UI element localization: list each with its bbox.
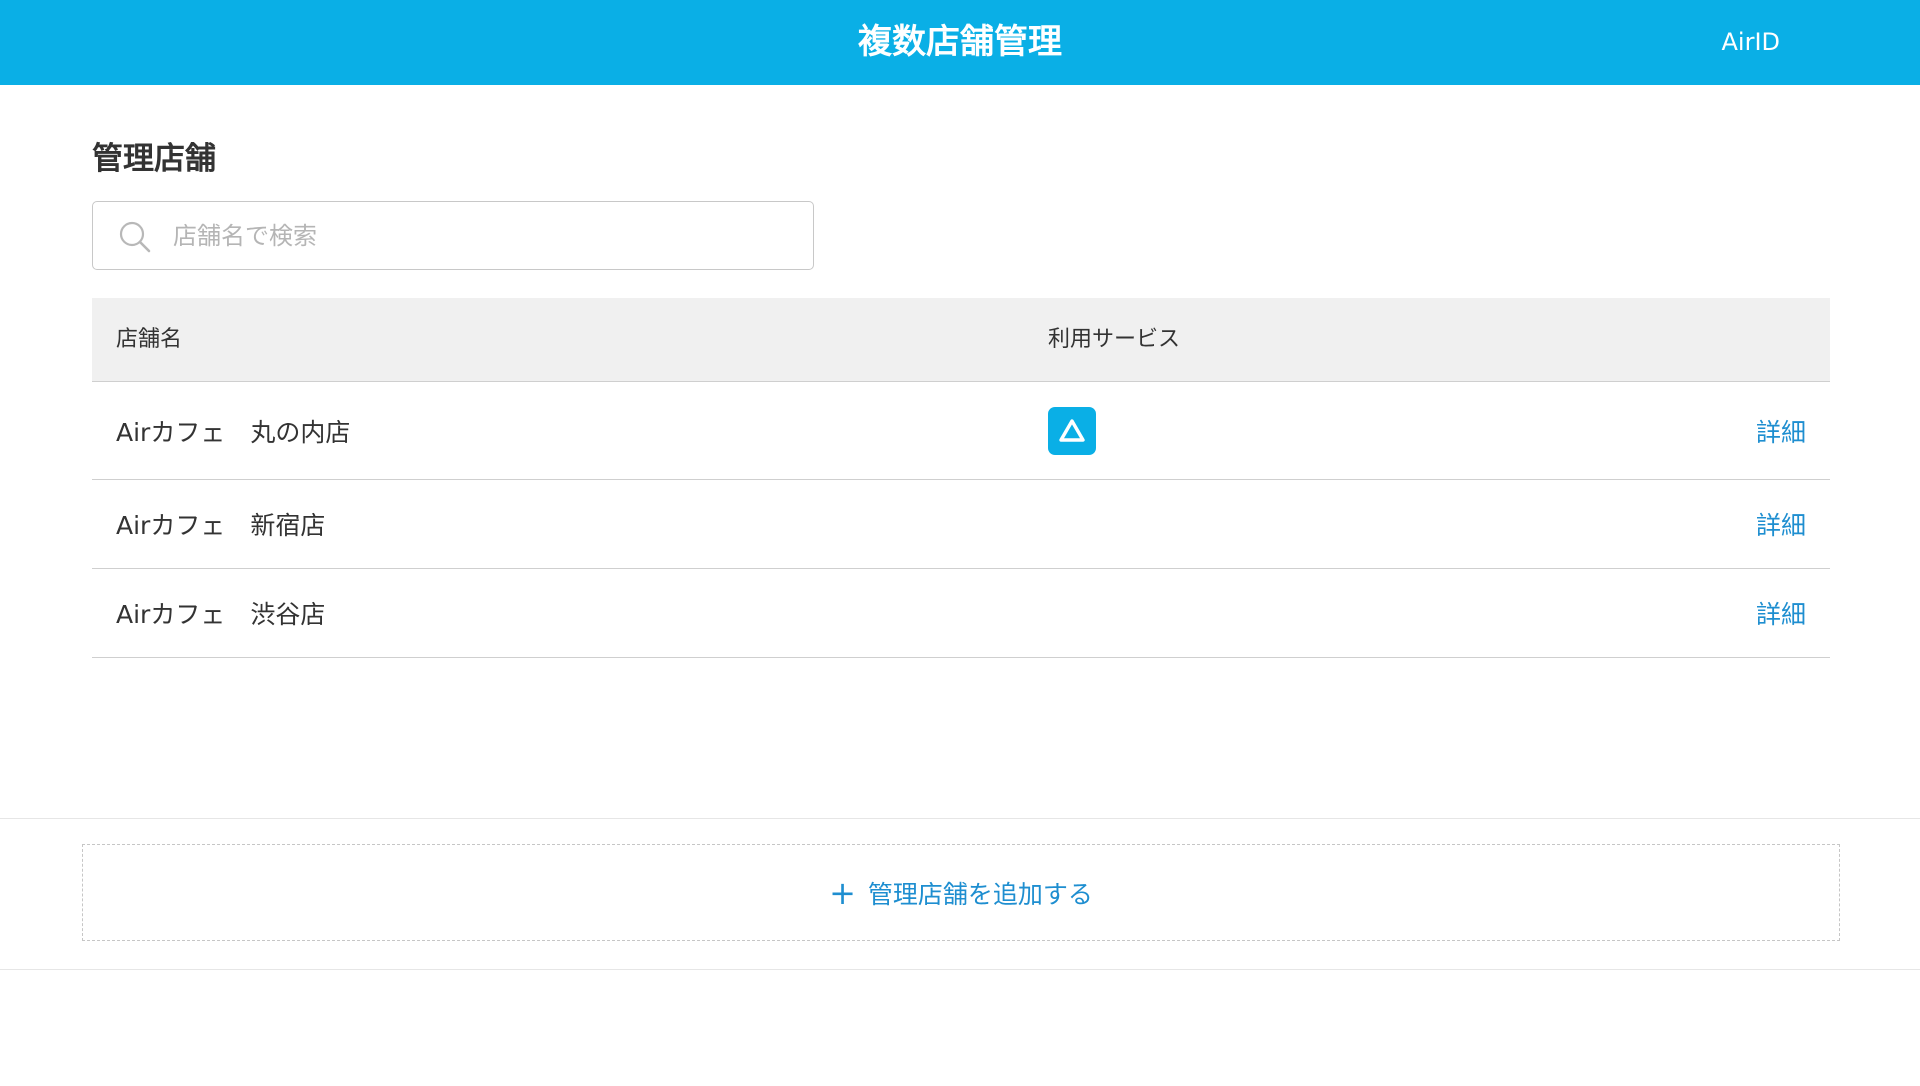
store-table: 店舗名 利用サービス Airカフェ 丸の内店 詳細 Airカフェ 新宿店 詳細 … (92, 298, 1830, 658)
plus-icon: + (829, 873, 856, 912)
triangle-icon (1059, 418, 1085, 442)
airid-link[interactable]: AirID (1721, 0, 1780, 85)
column-header-services: 利用サービス (1048, 327, 1181, 352)
table-row[interactable]: Airカフェ 丸の内店 詳細 (92, 382, 1830, 480)
add-store-label: 管理店舗を追加する (867, 879, 1093, 909)
store-name: Airカフェ 新宿店 (116, 511, 326, 540)
search-icon (119, 221, 151, 253)
column-header-store-name: 店舗名 (116, 327, 183, 352)
app-header: 複数店舗管理 AirID (0, 0, 1920, 85)
detail-link[interactable]: 詳細 (1756, 382, 1806, 479)
add-store-area: + 管理店舗を追加する (0, 818, 1920, 970)
store-name: Airカフェ 丸の内店 (116, 417, 351, 447)
service-cell (1048, 382, 1096, 479)
detail-link[interactable]: 詳細 (1756, 569, 1806, 657)
detail-link[interactable]: 詳細 (1756, 480, 1806, 568)
section-title: 管理店舗 (92, 141, 216, 177)
search-box[interactable] (92, 201, 814, 270)
table-row[interactable]: Airカフェ 新宿店 詳細 (92, 480, 1830, 569)
table-header: 店舗名 利用サービス (92, 298, 1830, 382)
search-input[interactable] (171, 202, 795, 270)
page-title: 複数店舗管理 (858, 22, 1062, 62)
store-name: Airカフェ 渋谷店 (116, 600, 326, 629)
table-row[interactable]: Airカフェ 渋谷店 詳細 (92, 569, 1830, 658)
airregi-app-icon (1048, 406, 1096, 455)
add-store-button[interactable]: + 管理店舗を追加する (82, 844, 1840, 941)
